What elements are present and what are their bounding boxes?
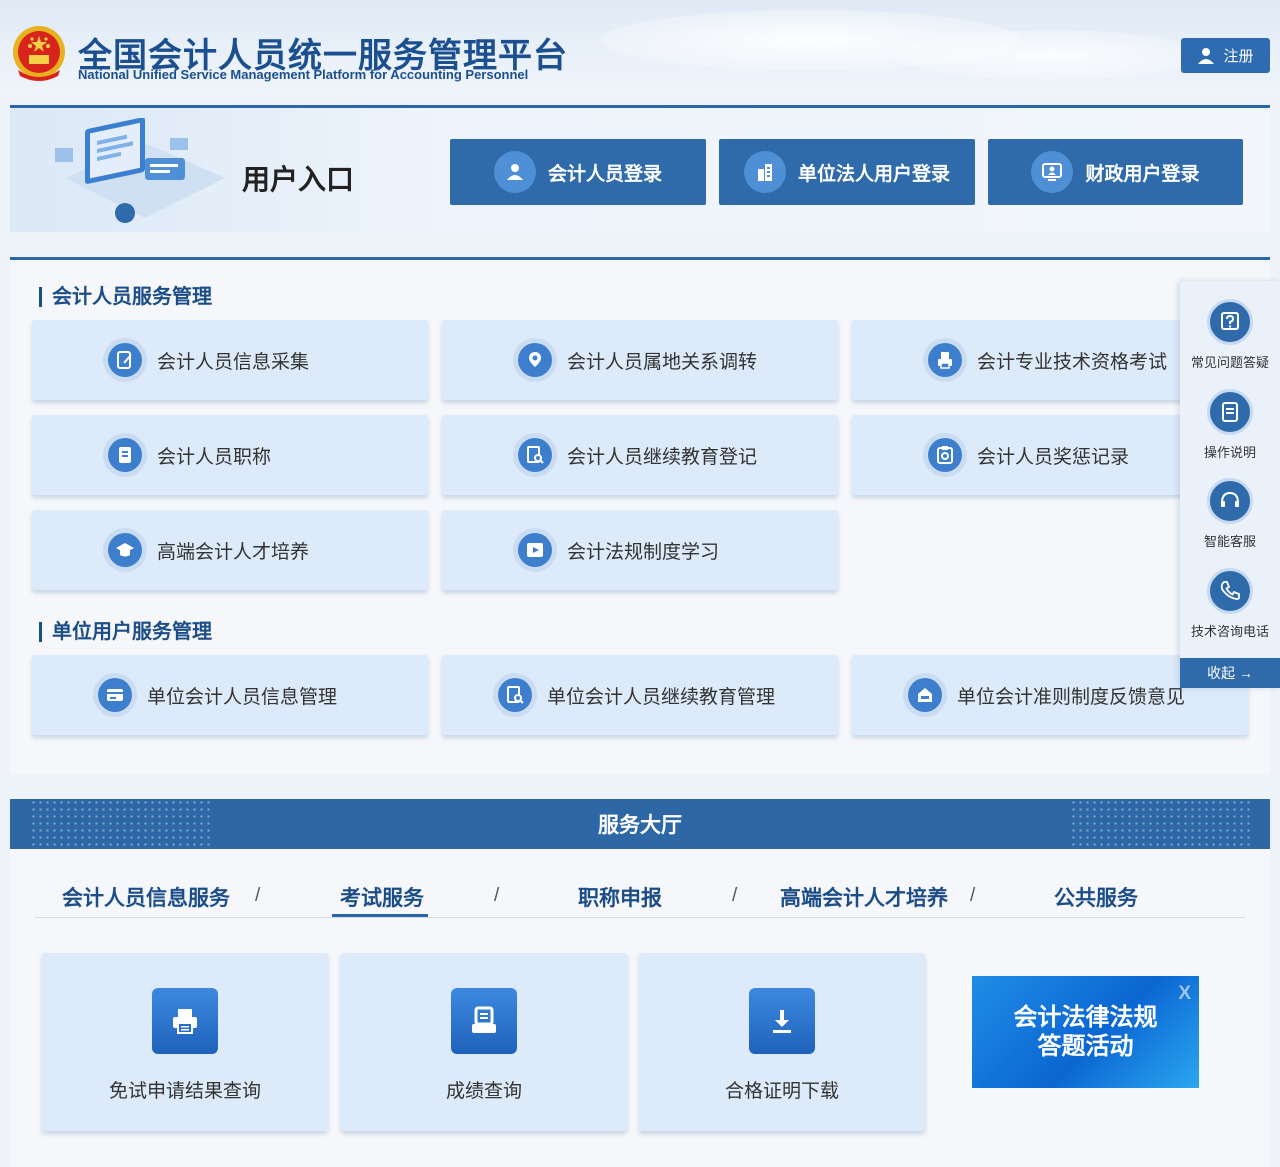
active-tab-indicator [332, 914, 428, 917]
hall-card-exemption-query[interactable]: 免试申请结果查询 [42, 953, 328, 1131]
sidebar-item-label: 操作说明 [1203, 445, 1256, 460]
login-label: 财政用户登录 [1085, 163, 1200, 185]
header-cloud-decoration [900, 30, 1200, 80]
user-entry-title: 用户入口 [242, 164, 355, 195]
promo-line2: 答题活动 [1037, 1033, 1134, 1060]
card-unit-education-management[interactable]: 单位会计人员继续教育管理 [442, 655, 838, 735]
site-subtitle: National Unified Service Management Plat… [78, 67, 529, 82]
sidebar-item-label: 常见问题答疑 [1190, 355, 1269, 370]
accountant-login-button[interactable]: 会计人员登录 [450, 139, 706, 205]
tab-title-declaration[interactable]: 职称申报 [578, 882, 662, 912]
printer-icon [152, 988, 218, 1054]
card-label: 会计人员职称 [157, 446, 272, 468]
tabs-divider [35, 917, 1245, 918]
sidebar-item-label: 智能客服 [1203, 534, 1256, 549]
score-doc-icon [451, 988, 517, 1054]
search-doc-icon [518, 438, 552, 472]
tab-separator: / [970, 885, 976, 906]
edit-form-icon [108, 343, 142, 377]
hall-card-score-query[interactable]: 成绩查询 [341, 953, 627, 1131]
download-icon [749, 988, 815, 1054]
hall-card-label: 免试申请结果查询 [108, 1081, 261, 1102]
register-button[interactable]: 注册 [1181, 38, 1270, 73]
card-talent-training[interactable]: 高端会计人才培养 [32, 510, 428, 590]
computer-illustration-icon [55, 118, 225, 223]
card-professional-title[interactable]: 会计人员职称 [32, 415, 428, 495]
tab-separator: / [255, 885, 261, 906]
building-icon [743, 151, 786, 193]
accounting-section-title: 会计人员服务管理 [39, 287, 212, 307]
card-territory-transfer[interactable]: 会计人员属地关系调转 [442, 320, 838, 400]
card-label: 会计专业技术资格考试 [977, 351, 1168, 373]
card-label: 单位会计准则制度反馈意见 [957, 686, 1186, 708]
tab-separator: / [732, 885, 738, 906]
hall-card-certificate-download[interactable]: 合格证明下载 [639, 953, 925, 1131]
dots-decoration [1070, 799, 1250, 849]
document-icon [108, 438, 142, 472]
card-regulation-study[interactable]: 会计法规制度学习 [442, 510, 838, 590]
register-label: 注册 [1223, 48, 1254, 65]
printer-icon [928, 343, 962, 377]
card-info-collection[interactable]: 会计人员信息采集 [32, 320, 428, 400]
promo-close-button[interactable]: X [1178, 979, 1191, 1008]
dots-decoration [30, 799, 210, 849]
user-entry-panel: 用户入口 会计人员登录 单位法人用户登录 财政用户登录 [10, 105, 1270, 232]
promo-banner[interactable]: X 会计法律法规 答题活动 [972, 976, 1199, 1088]
card-label: 会计人员奖惩记录 [977, 446, 1130, 468]
tab-separator: / [494, 885, 500, 906]
tab-public-service[interactable]: 公共服务 [1054, 882, 1138, 912]
phone-icon [1207, 568, 1253, 614]
card-label: 高端会计人才培养 [157, 541, 310, 563]
clipboard-search-icon [928, 438, 962, 472]
login-label: 会计人员登录 [547, 163, 662, 185]
sidebar-item-tech-hotline[interactable]: 技术咨询电话 [1180, 568, 1280, 640]
graduation-cap-icon [108, 533, 142, 567]
monitor-user-icon [1031, 151, 1074, 193]
service-hall-title: 服务大厅 [598, 814, 682, 837]
tab-talent-training[interactable]: 高端会计人才培养 [780, 882, 948, 912]
location-icon [518, 343, 552, 377]
headset-icon [1207, 478, 1253, 524]
card-label: 会计人员属地关系调转 [567, 351, 758, 373]
mailbox-icon [908, 678, 942, 712]
card-unit-info-management[interactable]: 单位会计人员信息管理 [32, 655, 428, 735]
login-label: 单位法人用户登录 [797, 163, 950, 185]
user-icon [493, 151, 536, 193]
card-icon [98, 678, 132, 712]
unit-legal-login-button[interactable]: 单位法人用户登录 [719, 139, 975, 205]
unit-section-title: 单位用户服务管理 [39, 622, 212, 642]
sidebar-item-smart-service[interactable]: 智能客服 [1180, 478, 1280, 550]
card-label: 会计法规制度学习 [567, 541, 720, 563]
play-icon [518, 533, 552, 567]
card-label: 单位会计人员信息管理 [147, 686, 338, 708]
sidebar-collapse-button[interactable]: 收起 → [1180, 658, 1280, 688]
card-continuing-education[interactable]: 会计人员继续教育登记 [442, 415, 838, 495]
national-emblem-icon [13, 26, 65, 81]
sidebar-item-manual[interactable]: 操作说明 [1180, 389, 1280, 461]
user-icon [1198, 47, 1215, 64]
sidebar-item-label: 技术咨询电话 [1190, 624, 1269, 639]
hall-card-label: 合格证明下载 [724, 1081, 839, 1102]
card-label: 会计人员继续教育登记 [567, 446, 758, 468]
tab-exam-service[interactable]: 考试服务 [340, 882, 424, 912]
hall-card-label: 成绩查询 [445, 1081, 522, 1102]
card-label: 会计人员信息采集 [157, 351, 310, 373]
question-icon [1207, 299, 1253, 345]
site-header: 全国会计人员统一服务管理平台 National Unified Service … [0, 0, 1280, 100]
promo-line1: 会计法律法规 [1013, 1004, 1158, 1031]
service-hall-header: 服务大厅 [10, 799, 1270, 849]
card-label: 单位会计人员继续教育管理 [547, 686, 776, 708]
tab-accountant-info-service[interactable]: 会计人员信息服务 [62, 882, 230, 912]
sidebar-item-faq[interactable]: 常见问题答疑 [1180, 299, 1280, 371]
finance-user-login-button[interactable]: 财政用户登录 [988, 139, 1243, 205]
floating-sidebar: 常见问题答疑 操作说明 智能客服 技术咨询电话 收起 → [1180, 281, 1280, 688]
search-doc-icon [498, 678, 532, 712]
manual-icon [1207, 389, 1253, 435]
